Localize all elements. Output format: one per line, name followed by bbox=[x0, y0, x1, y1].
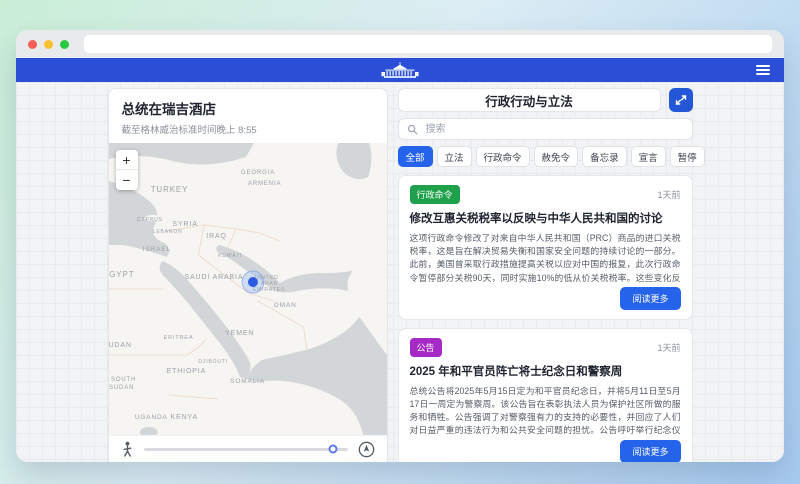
browser-titlebar bbox=[16, 30, 784, 58]
compass-icon[interactable] bbox=[358, 441, 375, 458]
pegman-icon[interactable] bbox=[121, 441, 134, 457]
filter-tab-memorandum[interactable]: 备忘录 bbox=[582, 146, 627, 167]
map-footer-bar bbox=[109, 435, 387, 462]
map-label: KUWAIT bbox=[218, 253, 242, 259]
page-background: 总统在瑞吉酒店 截至格林威治标准时间晚上 8:55 bbox=[16, 82, 784, 462]
map-panel-header: 总统在瑞吉酒店 截至格林威治标准时间晚上 8:55 bbox=[109, 89, 387, 143]
action-card[interactable]: 行政命令 1天前 修改互惠关税税率以反映与中华人民共和国的讨论 这项行政命令修改… bbox=[398, 175, 693, 320]
map-label: UGANDA bbox=[134, 414, 167, 421]
map-label: YEMEN bbox=[225, 330, 254, 337]
actions-panel-title: 行政行动与立法 bbox=[398, 88, 661, 112]
map-panel-subtitle: 截至格林威治标准时间晚上 8:55 bbox=[122, 122, 374, 136]
map-label: SOMALIA bbox=[230, 378, 265, 385]
filter-tab-proclamation[interactable]: 宣言 bbox=[631, 146, 666, 167]
map-zoom-out-button[interactable]: − bbox=[116, 170, 138, 190]
expand-button[interactable] bbox=[669, 88, 693, 112]
map-label: EMIRATES bbox=[252, 287, 284, 293]
map-label: SYRIA bbox=[172, 221, 197, 228]
map-label: LEBANON bbox=[152, 229, 182, 235]
map-label: SAUDI ARABIA bbox=[184, 274, 243, 281]
card-type-badge: 公告 bbox=[410, 338, 442, 357]
map-label: SUDAN bbox=[109, 385, 134, 391]
map-label: CYPRUS bbox=[136, 217, 162, 223]
map-label: ISRAEL bbox=[142, 246, 170, 253]
card-type-badge: 行政命令 bbox=[410, 185, 460, 204]
maximize-window-button[interactable] bbox=[60, 40, 69, 49]
card-summary: 这项行政命令修改了对来自中华人民共和国（PRC）商品的进口关税税率，这是旨在解决… bbox=[410, 232, 681, 282]
map-label: SUDAN bbox=[109, 342, 132, 349]
app-header bbox=[16, 58, 784, 82]
map-label: EGYPT bbox=[109, 270, 134, 279]
filter-tab-legislation[interactable]: 立法 bbox=[437, 146, 472, 167]
map-panel: 总统在瑞吉酒店 截至格林威治标准时间晚上 8:55 bbox=[108, 88, 388, 462]
card-summary: 总统公告将2025年5月15日定为和平官员纪念日，并将5月11日至5月17日一周… bbox=[410, 385, 681, 435]
map-panel-title: 总统在瑞吉酒店 bbox=[122, 98, 374, 118]
map-label: DJIBOUTI bbox=[198, 359, 228, 365]
slider-knob[interactable] bbox=[329, 445, 338, 454]
filter-tab-suspension[interactable]: 暂停 bbox=[670, 146, 705, 167]
hamburger-menu-button[interactable] bbox=[756, 65, 770, 78]
read-more-button[interactable]: 阅读更多 bbox=[620, 287, 680, 310]
card-timestamp: 1天前 bbox=[657, 341, 680, 354]
map-zoom-control: + − bbox=[116, 150, 138, 190]
map-label: TURKEY bbox=[150, 185, 188, 194]
read-more-button[interactable]: 阅读更多 bbox=[620, 440, 680, 462]
filter-tab-pardon[interactable]: 赦免令 bbox=[534, 146, 579, 167]
map-zoom-in-button[interactable]: + bbox=[116, 150, 138, 170]
map-label: GEORGIA bbox=[241, 170, 275, 176]
map-timeline-slider[interactable] bbox=[144, 448, 348, 451]
card-title: 修改互惠关税税率以反映与中华人民共和国的讨论 bbox=[410, 212, 681, 227]
address-bar[interactable] bbox=[84, 35, 772, 53]
map-label: SOUTH bbox=[110, 377, 135, 383]
browser-window: 总统在瑞吉酒店 截至格林威治标准时间晚上 8:55 bbox=[16, 30, 784, 462]
card-title: 2025 年和平官员阵亡将士纪念日和警察周 bbox=[410, 365, 681, 380]
close-window-button[interactable] bbox=[28, 40, 37, 49]
card-timestamp: 1天前 bbox=[657, 188, 680, 201]
minimize-window-button[interactable] bbox=[44, 40, 53, 49]
map-label: ETHIOPIA bbox=[166, 368, 206, 375]
map-label: KENYA bbox=[170, 414, 197, 421]
expand-arrows-icon bbox=[673, 92, 689, 108]
filter-tab-executive-order[interactable]: 行政命令 bbox=[476, 146, 530, 167]
filter-tabs: 全部 立法 行政命令 赦免令 备忘录 宣言 暂停 bbox=[398, 146, 693, 167]
search-icon bbox=[407, 124, 418, 135]
map-label: ARMENIA bbox=[248, 181, 281, 187]
map-label: IRAQ bbox=[206, 233, 227, 240]
white-house-icon[interactable] bbox=[380, 62, 420, 79]
actions-panel: 行政行动与立法 全部 bbox=[398, 88, 693, 462]
action-cards-list: 行政命令 1天前 修改互惠关税税率以反映与中华人民共和国的讨论 这项行政命令修改… bbox=[398, 175, 693, 462]
search-input[interactable] bbox=[424, 123, 684, 136]
search-box[interactable] bbox=[398, 118, 693, 140]
action-card[interactable]: 公告 1天前 2025 年和平官员阵亡将士纪念日和警察周 总统公告将2025年5… bbox=[398, 328, 693, 462]
map-label: OMAN bbox=[273, 302, 296, 309]
map-svg[interactable]: GEORGIA ARMENIA TURKEY CYPRUS SYRIALEBANON IR… bbox=[109, 143, 387, 435]
filter-tab-all[interactable]: 全部 bbox=[398, 146, 433, 167]
map-label: ERITREA bbox=[163, 335, 193, 341]
